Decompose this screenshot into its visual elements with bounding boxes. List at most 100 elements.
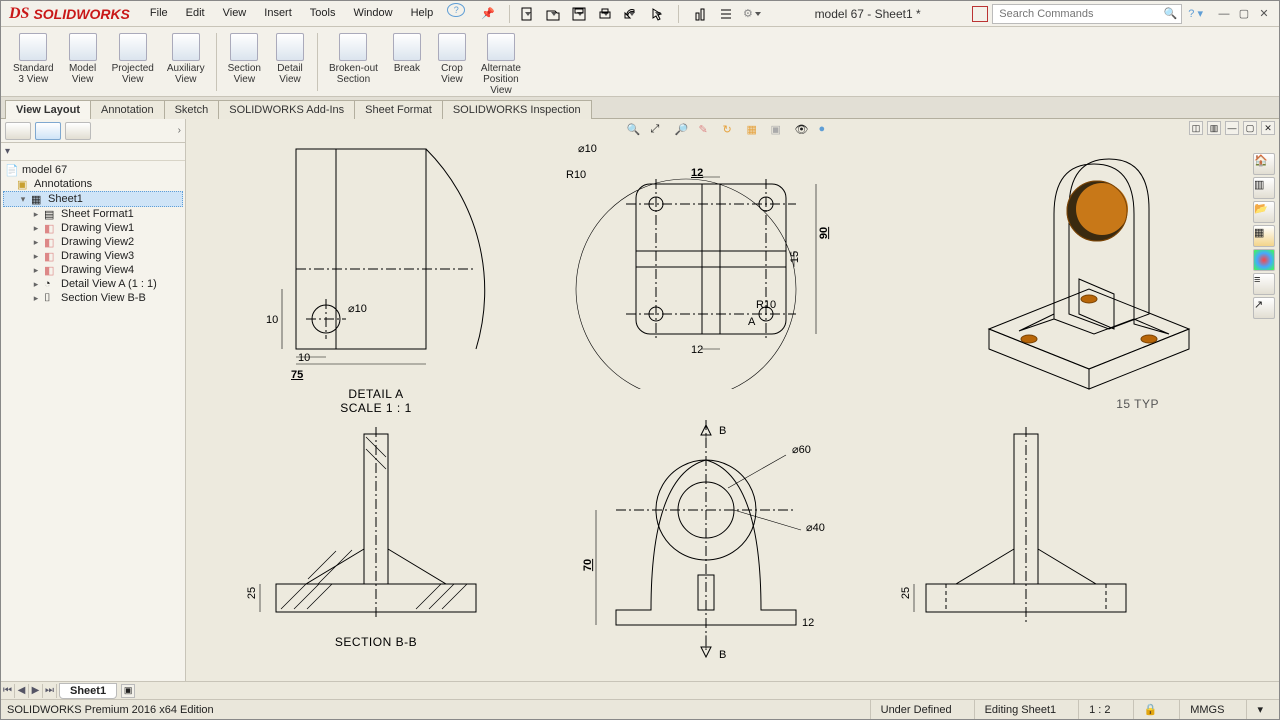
home-icon[interactable]: 🏠: [1253, 153, 1275, 175]
undo-button[interactable]: [620, 3, 642, 25]
tab-sketch[interactable]: Sketch: [164, 100, 220, 119]
pane-close-icon[interactable]: ✕: [1261, 121, 1275, 135]
sheet-nav-first[interactable]: ⏮: [1, 684, 15, 698]
search-input[interactable]: [997, 7, 1159, 21]
feature-tree[interactable]: 📄model 67 ▣Annotations ▾▦Sheet1 ▸▤Sheet …: [1, 161, 185, 681]
tree-drawing-view3[interactable]: ▸◧Drawing View3: [3, 249, 183, 263]
tree-drawing-view1[interactable]: ▸◧Drawing View1: [3, 221, 183, 235]
dim-dia40: ⌀40: [806, 521, 825, 534]
view-palette-icon[interactable]: ▦: [1253, 225, 1275, 247]
status-units[interactable]: MMGS: [1179, 700, 1234, 719]
iso-dim-label: 15 TYP: [1116, 397, 1159, 411]
sheet-nav-prev[interactable]: ◀: [15, 684, 29, 698]
appearances-icon[interactable]: [1253, 249, 1275, 271]
expand-panel-icon[interactable]: ›: [178, 125, 181, 136]
status-lock-icon[interactable]: 🔒: [1133, 700, 1168, 719]
feature-manager-panel: › ▾ 📄model 67 ▣Annotations ▾▦Sheet1 ▸▤Sh…: [1, 119, 186, 681]
select-button[interactable]: [646, 3, 668, 25]
crop-view-button[interactable]: Crop View: [430, 31, 474, 87]
feature-manager-tab[interactable]: [5, 122, 31, 140]
menu-pin-icon[interactable]: 📌: [473, 3, 503, 24]
projected-view-button[interactable]: Projected View: [106, 31, 160, 87]
menu-edit[interactable]: Edit: [178, 3, 213, 24]
new-button[interactable]: [516, 3, 538, 25]
menu-window[interactable]: Window: [345, 3, 400, 24]
configuration-tab[interactable]: [65, 122, 91, 140]
close-button[interactable]: ✕: [1257, 7, 1271, 21]
sheet-nav-next[interactable]: ▶: [29, 684, 43, 698]
forum-icon[interactable]: ↗: [1253, 297, 1275, 319]
menu-insert[interactable]: Insert: [256, 3, 300, 24]
tree-drawing-view2[interactable]: ▸◧Drawing View2: [3, 235, 183, 249]
view-icon: ◧: [44, 236, 58, 248]
section-view-button[interactable]: Section View: [222, 31, 267, 87]
detail-view-icon: [276, 33, 304, 61]
status-menu-icon[interactable]: ▾: [1246, 700, 1273, 719]
tab-view-layout[interactable]: View Layout: [5, 100, 91, 119]
pane-window-controls: ◫ ▥ — ▢ ✕: [1189, 121, 1275, 135]
options-list-button[interactable]: [715, 3, 737, 25]
broken-out-icon: [339, 33, 367, 61]
menu-bar: DS SOLIDWORKS File Edit View Insert Tool…: [1, 1, 1279, 27]
settings-button[interactable]: ⚙: [741, 3, 763, 25]
add-sheet-button[interactable]: ▣: [121, 684, 135, 698]
tree-sheet-format1[interactable]: ▸▤Sheet Format1: [3, 207, 183, 221]
standard-3-view-button[interactable]: Standard 3 View: [7, 31, 60, 87]
tab-sheet-format[interactable]: Sheet Format: [354, 100, 443, 119]
search-commands[interactable]: 🔍: [992, 4, 1182, 24]
app-logo: DS SOLIDWORKS: [1, 5, 138, 23]
menu-view[interactable]: View: [215, 3, 255, 24]
status-edition: SOLIDWORKS Premium 2016 x64 Edition: [7, 704, 214, 716]
detail-view-button[interactable]: Detail View: [268, 31, 312, 87]
auxiliary-view-icon: [172, 33, 200, 61]
app-window: DS SOLIDWORKS File Edit View Insert Tool…: [0, 0, 1280, 720]
pane-split-icon[interactable]: ◫: [1189, 121, 1203, 135]
rebuild-button[interactable]: [689, 3, 711, 25]
tree-sheet1[interactable]: ▾▦Sheet1: [3, 191, 183, 207]
collapse-icon[interactable]: ▾: [18, 194, 28, 205]
status-scale[interactable]: 1 : 2: [1078, 700, 1120, 719]
save-button[interactable]: [568, 3, 590, 25]
model-view-icon: [69, 33, 97, 61]
property-manager-tab[interactable]: [35, 122, 61, 140]
tree-filter[interactable]: ▾: [1, 143, 185, 161]
maximize-button[interactable]: ▢: [1237, 7, 1251, 21]
drawing-canvas[interactable]: 🔍 ⤢ 🔎 ✎ ↻ ▦ ▣ 👁 ● ◫ ▥ — ▢ ✕ 🏠 ▥ 📂: [186, 119, 1279, 681]
tree-detail-view-a[interactable]: ▸◔Detail View A (1 : 1): [3, 277, 183, 291]
tab-inspection[interactable]: SOLIDWORKS Inspection: [442, 100, 592, 119]
minimize-button[interactable]: —: [1217, 7, 1231, 21]
library-icon[interactable]: ▥: [1253, 177, 1275, 199]
app-logo-text: SOLIDWORKS: [33, 6, 129, 22]
tab-annotation[interactable]: Annotation: [90, 100, 165, 119]
tree-section-view-bb[interactable]: ▸⌷Section View B-B: [3, 291, 183, 305]
sheet-format-icon: ▤: [44, 208, 58, 220]
file-explorer-icon[interactable]: 📂: [1253, 201, 1275, 223]
sheet1-tab[interactable]: Sheet1: [59, 683, 117, 699]
tree-annotations[interactable]: ▣Annotations: [3, 177, 183, 191]
custom-props-icon[interactable]: ≡: [1253, 273, 1275, 295]
open-button[interactable]: [542, 3, 564, 25]
help-icon[interactable]: ?: [447, 3, 465, 17]
menu-help[interactable]: Help: [403, 3, 442, 24]
menu-file[interactable]: File: [142, 3, 176, 24]
pane-minimize-icon[interactable]: —: [1225, 121, 1239, 135]
alternate-position-view-button[interactable]: Alternate Position View: [475, 31, 527, 98]
break-button[interactable]: Break: [385, 31, 429, 76]
tree-root[interactable]: 📄model 67: [3, 163, 183, 177]
annotations-icon: ▣: [17, 178, 31, 190]
tab-addins[interactable]: SOLIDWORKS Add-Ins: [218, 100, 355, 119]
model-view-button[interactable]: Model View: [61, 31, 105, 87]
separator: [317, 33, 318, 91]
search-icon[interactable]: 🔍: [1164, 7, 1178, 20]
sheet-nav-last[interactable]: ⏭: [43, 684, 57, 698]
pane-split2-icon[interactable]: ▥: [1207, 121, 1221, 135]
help-dropdown[interactable]: ? ▾: [1188, 7, 1203, 20]
broken-out-section-button[interactable]: Broken-out Section: [323, 31, 384, 87]
print-button[interactable]: [594, 3, 616, 25]
tree-drawing-view4[interactable]: ▸◧Drawing View4: [3, 263, 183, 277]
auxiliary-view-button[interactable]: Auxiliary View: [161, 31, 211, 87]
separator: [216, 33, 217, 91]
menu-tools[interactable]: Tools: [302, 3, 344, 24]
search-commands-icon: [972, 6, 988, 22]
pane-maximize-icon[interactable]: ▢: [1243, 121, 1257, 135]
